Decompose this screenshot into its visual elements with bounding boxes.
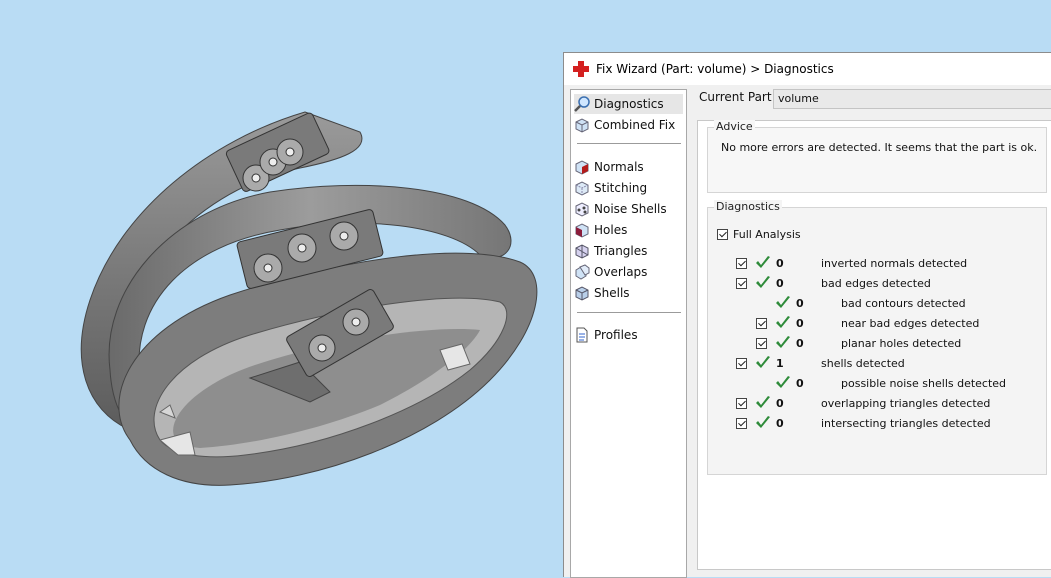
- green-check-icon: [755, 275, 771, 291]
- current-part-field[interactable]: volume: [773, 89, 1051, 109]
- full-analysis-label: Full Analysis: [733, 228, 801, 241]
- sidebar-item-label: Stitching: [594, 181, 648, 195]
- diagnostic-count: 0: [776, 277, 784, 290]
- diagnostic-count: 0: [776, 257, 784, 270]
- overlaps-icon: [574, 264, 590, 280]
- diagnostic-count: 1: [776, 357, 784, 370]
- diagnostic-count: 0: [796, 337, 804, 350]
- diagnostic-label: near bad edges detected: [841, 317, 980, 330]
- green-check-icon: [775, 335, 791, 351]
- diagnostic-row-checkbox[interactable]: [736, 418, 747, 429]
- diagnostics-group: Diagnostics Full Analysis 0 inverted normal…: [707, 200, 1047, 475]
- red-cross-icon: [572, 60, 590, 78]
- noise-shells-icon: [574, 201, 590, 217]
- diagnostic-count: 0: [796, 317, 804, 330]
- current-part-label: Current Part:: [699, 90, 776, 104]
- advice-group-legend: Advice: [714, 120, 755, 133]
- sidebar-item-normals[interactable]: Normals: [574, 157, 683, 177]
- window-title: Fix Wizard (Part: volume) > Diagnostics: [596, 62, 834, 76]
- diagnostic-count: 0: [796, 377, 804, 390]
- diagnostics-group-legend: Diagnostics: [714, 200, 782, 213]
- normals-cube-icon: [574, 159, 590, 175]
- diagnostic-label: intersecting triangles detected: [821, 417, 991, 430]
- diagnostic-label: shells detected: [821, 357, 905, 370]
- green-check-icon: [775, 315, 791, 331]
- diagnostic-row-checkbox[interactable]: [736, 278, 747, 289]
- diagnostic-row-checkbox[interactable]: [756, 318, 767, 329]
- sidebar-item-noise-shells[interactable]: Noise Shells: [574, 199, 683, 219]
- sidebar-item-label: Noise Shells: [594, 202, 667, 216]
- full-analysis-checkbox[interactable]: [717, 229, 728, 240]
- sidebar-item-label: Holes: [594, 223, 628, 237]
- sidebar-divider: [577, 143, 681, 144]
- sidebar-item-combined-fix[interactable]: Combined Fix: [574, 115, 683, 135]
- green-check-icon: [755, 355, 771, 371]
- sidebar-item-label: Profiles: [594, 328, 638, 342]
- document-icon: [574, 327, 590, 343]
- ring-model: [80, 111, 538, 486]
- advice-text: No more errors are detected. It seems th…: [721, 141, 1038, 154]
- green-check-icon: [775, 295, 791, 311]
- diagnostic-row-checkbox[interactable]: [756, 338, 767, 349]
- diagnostic-label: overlapping triangles detected: [821, 397, 991, 410]
- diagnostic-label: possible noise shells detected: [841, 377, 1007, 390]
- sidebar-item-shells[interactable]: Shells: [574, 283, 683, 303]
- wizard-sidebar: Diagnostics Combined Fix Normals Stitching N…: [570, 89, 687, 578]
- triangles-icon: [574, 243, 590, 259]
- diagnostic-count: 0: [776, 397, 784, 410]
- holes-cube-icon: [574, 222, 590, 238]
- title-bar[interactable]: Fix Wizard (Part: volume) > Diagnostics: [564, 53, 1051, 85]
- diagnostic-row-checkbox[interactable]: [736, 358, 747, 369]
- sidebar-item-label: Diagnostics: [594, 97, 664, 111]
- sidebar-divider: [577, 312, 681, 313]
- sidebar-item-label: Normals: [594, 160, 644, 174]
- green-check-icon: [755, 415, 771, 431]
- sidebar-item-overlaps[interactable]: Overlaps: [574, 262, 683, 282]
- green-check-icon: [755, 255, 771, 271]
- diagnostic-label: planar holes detected: [841, 337, 962, 350]
- sidebar-item-profiles[interactable]: Profiles: [574, 325, 683, 345]
- diagnostic-count: 0: [776, 417, 784, 430]
- diagnostic-label: inverted normals detected: [821, 257, 968, 270]
- sidebar-item-label: Overlaps: [594, 265, 648, 279]
- green-check-icon: [775, 375, 791, 391]
- magnifier-icon: [574, 96, 590, 112]
- fix-wizard-dialog: Fix Wizard (Part: volume) > Diagnostics …: [563, 52, 1051, 578]
- 3d-viewport[interactable]: [0, 0, 563, 577]
- green-check-icon: [755, 395, 771, 411]
- diagnostic-row-checkbox[interactable]: [736, 398, 747, 409]
- diagnostic-label: bad edges detected: [821, 277, 931, 290]
- sidebar-item-diagnostics[interactable]: Diagnostics: [574, 94, 683, 114]
- sidebar-item-label: Combined Fix: [594, 118, 676, 132]
- shells-icon: [574, 285, 590, 301]
- sidebar-item-holes[interactable]: Holes: [574, 220, 683, 240]
- diagnostic-row-checkbox[interactable]: [736, 258, 747, 269]
- diagnostic-label: bad contours detected: [841, 297, 966, 310]
- diagnostic-count: 0: [796, 297, 804, 310]
- stitching-cube-icon: [574, 180, 590, 196]
- sidebar-item-label: Triangles: [594, 244, 648, 258]
- cube-icon: [574, 117, 590, 133]
- advice-group: Advice No more errors are detected. It se…: [707, 120, 1047, 193]
- diagnostics-panel: Advice No more errors are detected. It se…: [697, 120, 1051, 570]
- sidebar-item-triangles[interactable]: Triangles: [574, 241, 683, 261]
- sidebar-item-stitching[interactable]: Stitching: [574, 178, 683, 198]
- sidebar-item-label: Shells: [594, 286, 630, 300]
